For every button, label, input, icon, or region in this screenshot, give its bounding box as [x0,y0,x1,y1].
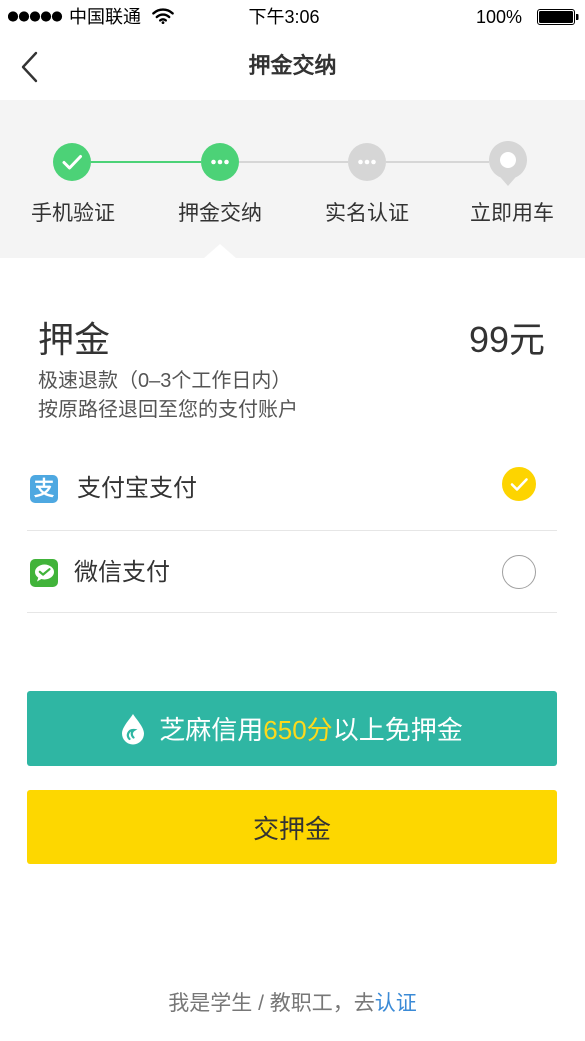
payment-option-wechat[interactable]: 微信支付 [0,531,585,613]
pay-deposit-label: 交押金 [252,813,331,844]
alipay-logo-glyph: 支 [34,478,54,500]
page-title: 押金交纳 [248,53,337,78]
payment-label-wechat: 微信支付 [74,559,170,586]
sesame-credit-drop-icon [122,713,145,744]
step-connector [91,161,201,163]
payment-radio-alipay[interactable] [502,467,536,501]
current-step-pointer [204,244,236,258]
check-icon [53,143,91,181]
sesame-credit-deposit-free-button[interactable]: 芝麻信用 650分 以上免押金 [27,691,557,766]
refund-route-note: 按原路径退回至您的支付账户 [38,399,298,421]
step-marker-deposit [201,143,239,181]
step-connector [386,161,489,163]
navigation-bar: 押金交纳 [0,34,585,100]
check-icon [510,477,528,491]
step-label-deposit: 押金交纳 [178,202,262,225]
step-label-real-name: 实名认证 [325,202,409,225]
sesame-credit-score: 650分 [263,715,333,745]
progress-steps: 手机验证 押金交纳 实名认证 立即用车 [0,100,585,258]
student-verify-text: 我是学生 / 教职工，去 [168,992,375,1015]
location-pin-icon [489,141,527,186]
ellipsis-icon [348,143,386,181]
payment-label-alipay: 支付宝支付 [77,475,197,502]
ellipsis-icon [201,143,239,181]
deposit-amount: 99元 [468,319,545,360]
step-connector [239,161,348,163]
step-label-phone-verify: 手机验证 [31,202,115,225]
step-marker-ride [488,141,528,189]
pay-deposit-button[interactable]: 交押金 [27,790,557,864]
status-bar: 中国联通 下午3:06 100% [0,0,585,34]
wechat-pay-icon [30,559,58,587]
step-label-ride: 立即用车 [470,202,554,225]
payment-radio-wechat[interactable] [502,555,536,589]
step-marker-phone-verify [53,143,91,181]
verify-link[interactable]: 认证 [375,992,417,1015]
battery-icon [537,9,579,25]
sesame-credit-text: 芝麻信用 [159,715,264,745]
step-marker-real-name [348,143,386,181]
refund-speed-note: 极速退款（0–3个工作日内） [38,370,292,392]
alipay-icon: 支 [30,475,58,503]
deposit-free-text: 以上免押金 [332,715,463,745]
payment-option-alipay[interactable]: 支 支付宝支付 [0,449,585,531]
student-verify-prompt: 我是学生 / 教职工，去认证 [0,990,585,1018]
divider [27,612,557,613]
deposit-title: 押金 [38,319,111,360]
battery-percentage: 100% [476,7,523,27]
